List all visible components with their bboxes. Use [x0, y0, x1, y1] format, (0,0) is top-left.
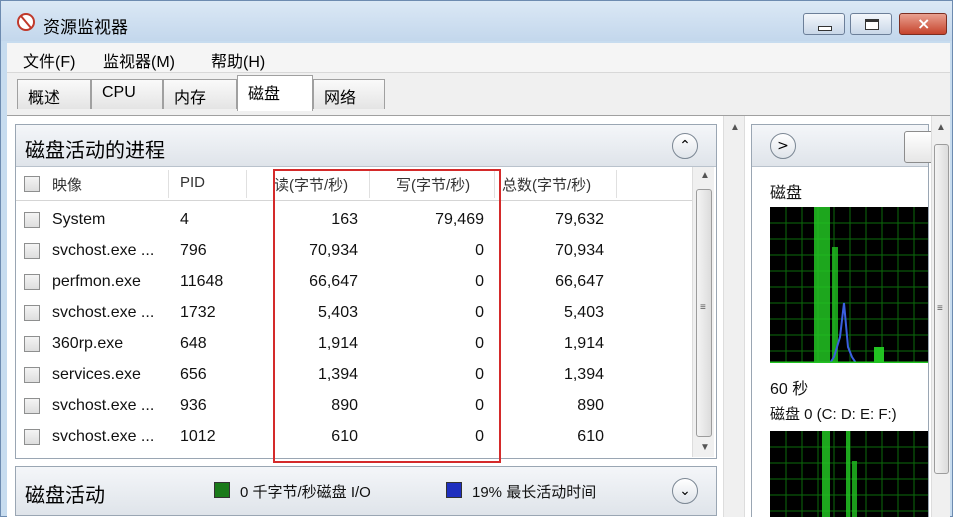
pane-splitter-scrollbar[interactable]: ▲ [723, 116, 745, 517]
column-divider[interactable] [616, 170, 617, 198]
grip-icon: ≡ [937, 303, 943, 314]
minimize-icon [818, 26, 832, 31]
scroll-thumb[interactable]: ≡ [696, 189, 712, 437]
tab-memory[interactable]: 内存 [163, 79, 237, 109]
cell-image: perfmon.exe [52, 273, 141, 290]
close-button[interactable]: × [899, 13, 947, 35]
active-time-legend-label: 19% 最长活动时间 [472, 484, 597, 501]
disk0-graph [770, 431, 928, 517]
expand-button[interactable]: ⌄ [672, 478, 698, 504]
views-dropdown-button[interactable] [904, 131, 934, 163]
resource-monitor-icon [17, 13, 35, 31]
cell-total: 79,632 [555, 211, 604, 228]
io-legend-swatch [214, 482, 230, 498]
cell-total: 66,647 [555, 273, 604, 290]
row-checkbox[interactable] [24, 212, 40, 228]
title-bar[interactable]: 资源监视器 × [1, 1, 952, 41]
tab-content: 磁盘活动的进程 ⌃ 映像 PID 读(字节/秒) 写(字节/秒) 总数(字节/秒… [7, 115, 950, 517]
cell-image: svchost.exe ... [52, 428, 155, 445]
minimize-button[interactable] [803, 13, 845, 35]
panel-title: 磁盘活动的进程 [25, 140, 165, 162]
cell-image: services.exe [52, 366, 141, 383]
chevron-down-icon: ⌄ [679, 483, 691, 499]
menu-bar: 文件(F) 监视器(M) 帮助(H) [7, 43, 950, 73]
cell-total: 1,914 [563, 335, 604, 352]
scroll-down-icon[interactable]: ▼ [700, 442, 710, 453]
disk-activity-graph-svg [770, 207, 928, 363]
active-time-legend-swatch [446, 482, 462, 498]
row-checkbox[interactable] [24, 429, 40, 445]
cell-pid: 1732 [180, 304, 216, 321]
cell-image: svchost.exe ... [52, 242, 155, 259]
grip-icon: ≡ [700, 302, 706, 313]
column-image[interactable]: 映像 [52, 174, 82, 195]
window-title: 资源监视器 [43, 18, 128, 37]
cell-image: svchost.exe ... [52, 397, 155, 414]
row-checkbox[interactable] [24, 305, 40, 321]
cell-total: 610 [577, 428, 604, 445]
io-legend-label: 0 千字节/秒磁盘 I/O [240, 484, 371, 501]
row-checkbox[interactable] [24, 398, 40, 414]
disk0-graph-svg [770, 431, 928, 517]
collapse-button[interactable]: ⌃ [672, 133, 698, 159]
resource-monitor-window: 资源监视器 × 文件(F) 监视器(M) 帮助(H) 概述 CPU 内存 磁盘 … [0, 0, 953, 517]
read-write-highlight-box [273, 169, 501, 463]
cell-pid: 648 [180, 335, 207, 352]
maximize-icon [865, 19, 879, 30]
disk-activity-panel[interactable]: 磁盘活动 0 千字节/秒磁盘 I/O 19% 最长活动时间 ⌄ [15, 466, 717, 516]
cell-pid: 4 [180, 211, 189, 228]
tab-network[interactable]: 网络 [313, 79, 385, 109]
scroll-up-icon[interactable]: ▲ [936, 122, 946, 133]
column-divider[interactable] [246, 170, 247, 198]
graphs-header: > [752, 125, 934, 167]
views-toggle-button[interactable]: > [770, 133, 796, 159]
chevron-up-icon: ⌃ [679, 138, 691, 154]
cell-image: svchost.exe ... [52, 304, 155, 321]
tab-disk[interactable]: 磁盘 [237, 75, 313, 111]
cell-image: 360rp.exe [52, 335, 124, 352]
cell-pid: 1012 [180, 428, 216, 445]
cell-pid: 11648 [180, 273, 224, 290]
disk0-graph-label: 磁盘 0 (C: D: E: F:) [770, 406, 897, 423]
menu-monitor[interactable]: 监视器(M) [103, 48, 175, 72]
row-checkbox[interactable] [24, 243, 40, 259]
menu-help[interactable]: 帮助(H) [211, 48, 265, 72]
scroll-up-icon[interactable]: ▲ [730, 122, 740, 133]
cell-total: 1,394 [563, 366, 604, 383]
tab-strip: 概述 CPU 内存 磁盘 网络 [7, 73, 950, 117]
chevron-right-icon: > [777, 138, 789, 154]
graphs-panel: > 磁盘 60 秒 磁盘 0 (C: D: E: F:) [751, 124, 934, 517]
processes-with-disk-activity-panel: 磁盘活动的进程 ⌃ 映像 PID 读(字节/秒) 写(字节/秒) 总数(字节/秒… [15, 124, 717, 463]
scroll-up-icon[interactable]: ▲ [700, 170, 710, 181]
tab-cpu[interactable]: CPU [91, 79, 163, 109]
cell-total: 5,403 [563, 304, 604, 321]
table-vertical-scrollbar[interactable]: ▲ ≡ ▼ [692, 167, 714, 457]
close-icon: × [917, 14, 931, 33]
menu-file[interactable]: 文件(F) [23, 48, 75, 72]
disk-activity-graph [770, 207, 928, 363]
row-checkbox[interactable] [24, 367, 40, 383]
time-span-label: 60 秒 [770, 381, 809, 398]
column-divider[interactable] [168, 170, 169, 198]
maximize-button[interactable] [850, 13, 892, 35]
disk-graph-label: 磁盘 [770, 185, 803, 202]
cell-pid: 656 [180, 366, 207, 383]
graphs-vertical-scrollbar[interactable]: ▲ ≡ [931, 116, 950, 517]
cell-total: 890 [577, 397, 604, 414]
row-checkbox[interactable] [24, 336, 40, 352]
cell-image: System [52, 211, 106, 228]
tab-overview[interactable]: 概述 [17, 79, 91, 109]
cell-pid: 936 [180, 397, 207, 414]
select-all-checkbox[interactable] [24, 176, 40, 192]
panel-title: 磁盘活动 [25, 485, 105, 507]
cell-pid: 796 [180, 242, 207, 259]
column-pid[interactable]: PID [180, 174, 205, 191]
column-total[interactable]: 总数(字节/秒) [502, 174, 591, 195]
row-checkbox[interactable] [24, 274, 40, 290]
panel-header[interactable]: 磁盘活动的进程 ⌃ [16, 125, 716, 167]
cell-total: 70,934 [555, 242, 604, 259]
scroll-thumb[interactable]: ≡ [934, 144, 949, 474]
